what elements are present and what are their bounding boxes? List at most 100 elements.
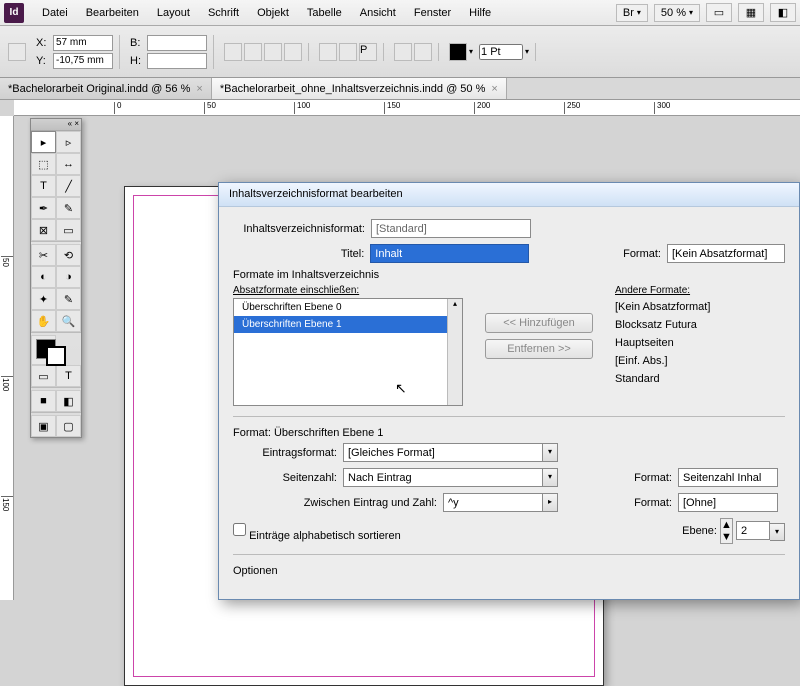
selection-tool[interactable]: ▸	[31, 131, 56, 153]
direct-selection-tool[interactable]: ▹	[56, 131, 81, 153]
eyedropper-tool[interactable]: ✎	[56, 288, 81, 310]
bridge-button[interactable]: Br▾	[616, 4, 648, 22]
tools-panel[interactable]: « × ▸ ▹ ⬚ ↔ T ╱ ✒ ✎ ⊠ ▭ ✂ ⟲ ◐ ◑ ✦ ✎ ✋ 🔍 …	[30, 118, 82, 438]
chevron-down-icon[interactable]: ▾	[770, 523, 785, 541]
section-formats: Formate im Inhaltsverzeichnis	[233, 269, 785, 281]
fill-swatch-icon[interactable]	[449, 43, 467, 61]
alpha-sort-checkbox[interactable]: Einträge alphabetisch sortieren	[233, 520, 407, 542]
between-label: Zwischen Eintrag und Zahl:	[233, 497, 443, 509]
tab-original[interactable]: *Bachelorarbeit Original.indd @ 56 %×	[0, 78, 212, 99]
rectangle-frame-tool[interactable]: ⊠	[31, 219, 56, 241]
apply-gradient-icon[interactable]: ◧	[56, 390, 81, 412]
options-heading: Optionen	[233, 565, 785, 577]
y-label: Y:	[36, 55, 50, 67]
view-mode-icon[interactable]: ▭	[706, 3, 732, 22]
stepper-up-icon[interactable]: ▲	[721, 519, 732, 531]
align-icon[interactable]	[414, 43, 432, 61]
ref-point-icon[interactable]	[8, 43, 26, 61]
apply-color-icon[interactable]: ■	[31, 390, 56, 412]
include-listbox[interactable]: Überschriften Ebene 0 Überschriften Eben…	[233, 298, 463, 406]
zoom-level[interactable]: 50 %▾	[654, 4, 700, 22]
scissors-tool[interactable]: ✂	[31, 244, 56, 266]
list-item[interactable]: [Einf. Abs.]	[615, 352, 710, 370]
level-input[interactable]	[736, 521, 770, 540]
between-format-label: Format:	[608, 497, 678, 509]
para-format-select[interactable]	[667, 244, 785, 263]
page-tool[interactable]: ⬚	[31, 153, 56, 175]
scrollbar[interactable]: ▴	[447, 299, 462, 405]
formatting-container-icon[interactable]: ▭	[31, 365, 56, 387]
tab-ohne-inhalt[interactable]: *Bachelorarbeit_ohne_Inhaltsverzeichnis.…	[212, 78, 507, 99]
list-item[interactable]: Blocksatz Futura	[615, 316, 710, 334]
pen-tool[interactable]: ✒	[31, 197, 56, 219]
remove-button[interactable]: Entfernen >>	[485, 339, 593, 359]
stroke-weight-input[interactable]	[479, 44, 523, 60]
w-input[interactable]	[147, 35, 207, 51]
list-item[interactable]: Überschriften Ebene 0	[234, 299, 462, 316]
list-item-selected[interactable]: Überschriften Ebene 1	[234, 316, 462, 333]
format-subheading: Format: Überschriften Ebene 1	[233, 427, 785, 439]
menu-schrift[interactable]: Schrift	[200, 3, 247, 23]
page-number-label: Seitenzahl:	[233, 472, 343, 484]
close-icon[interactable]: ×	[491, 83, 497, 95]
list-item[interactable]: [Kein Absatzformat]	[615, 298, 710, 316]
y-input[interactable]	[53, 53, 113, 69]
select-container-icon[interactable]: P	[359, 43, 377, 61]
free-transform-tool[interactable]: ⟲	[56, 244, 81, 266]
other-formats-list[interactable]: [Kein Absatzformat] Blocksatz Futura Hau…	[615, 298, 710, 388]
add-button[interactable]: << Hinzufügen	[485, 313, 593, 333]
between-input[interactable]	[443, 493, 543, 512]
zoom-tool[interactable]: 🔍	[56, 310, 81, 332]
chevron-down-icon[interactable]: ▾	[543, 468, 558, 487]
gradient-swatch-tool[interactable]: ◐	[31, 266, 56, 288]
scale-x-icon[interactable]	[224, 43, 242, 61]
panel-header[interactable]: « ×	[31, 119, 81, 131]
pathfinder-icon[interactable]	[394, 43, 412, 61]
fill-stroke-swatch[interactable]	[31, 335, 56, 365]
stepper-down-icon[interactable]: ▼	[721, 531, 732, 543]
scale-y-icon[interactable]	[244, 43, 262, 61]
menu-datei[interactable]: Datei	[34, 3, 76, 23]
gradient-feather-tool[interactable]: ◑	[56, 266, 81, 288]
flyout-icon[interactable]: ▸	[543, 493, 558, 512]
menu-hilfe[interactable]: Hilfe	[461, 3, 499, 23]
alpha-sort-input[interactable]	[233, 520, 246, 539]
entry-format-select[interactable]	[343, 443, 543, 462]
preview-view-icon[interactable]: ▢	[56, 415, 81, 437]
x-input[interactable]	[53, 35, 113, 51]
flip-h-icon[interactable]	[319, 43, 337, 61]
arrange-icon[interactable]: ◧	[770, 3, 796, 22]
toc-format-field[interactable]	[371, 219, 531, 238]
page-number-select[interactable]	[343, 468, 543, 487]
x-label: X:	[36, 37, 50, 49]
close-icon[interactable]: ×	[196, 83, 202, 95]
indesign-app-icon: Id	[4, 3, 24, 23]
gap-tool[interactable]: ↔	[56, 153, 81, 175]
rectangle-tool[interactable]: ▭	[56, 219, 81, 241]
menu-tabelle[interactable]: Tabelle	[299, 3, 350, 23]
note-tool[interactable]: ✦	[31, 288, 56, 310]
menu-bar: Id Datei Bearbeiten Layout Schrift Objek…	[0, 0, 800, 26]
between-format-select[interactable]	[678, 493, 778, 512]
pencil-tool[interactable]: ✎	[56, 197, 81, 219]
menu-fenster[interactable]: Fenster	[406, 3, 459, 23]
h-input[interactable]	[147, 53, 207, 69]
list-item[interactable]: Hauptseiten	[615, 334, 710, 352]
hand-tool[interactable]: ✋	[31, 310, 56, 332]
menu-bearbeiten[interactable]: Bearbeiten	[78, 3, 147, 23]
line-tool[interactable]: ╱	[56, 175, 81, 197]
menu-layout[interactable]: Layout	[149, 3, 198, 23]
type-tool[interactable]: T	[31, 175, 56, 197]
page-format-select[interactable]	[678, 468, 778, 487]
shear-icon[interactable]	[284, 43, 302, 61]
formatting-text-icon[interactable]: T	[56, 365, 81, 387]
menu-ansicht[interactable]: Ansicht	[352, 3, 404, 23]
rotate-icon[interactable]	[264, 43, 282, 61]
flip-v-icon[interactable]	[339, 43, 357, 61]
chevron-down-icon[interactable]: ▾	[543, 443, 558, 462]
normal-view-icon[interactable]: ▣	[31, 415, 56, 437]
list-item[interactable]: Standard	[615, 370, 710, 388]
menu-objekt[interactable]: Objekt	[249, 3, 297, 23]
title-input[interactable]	[370, 244, 529, 263]
screen-mode-icon[interactable]: ▦	[738, 3, 764, 22]
